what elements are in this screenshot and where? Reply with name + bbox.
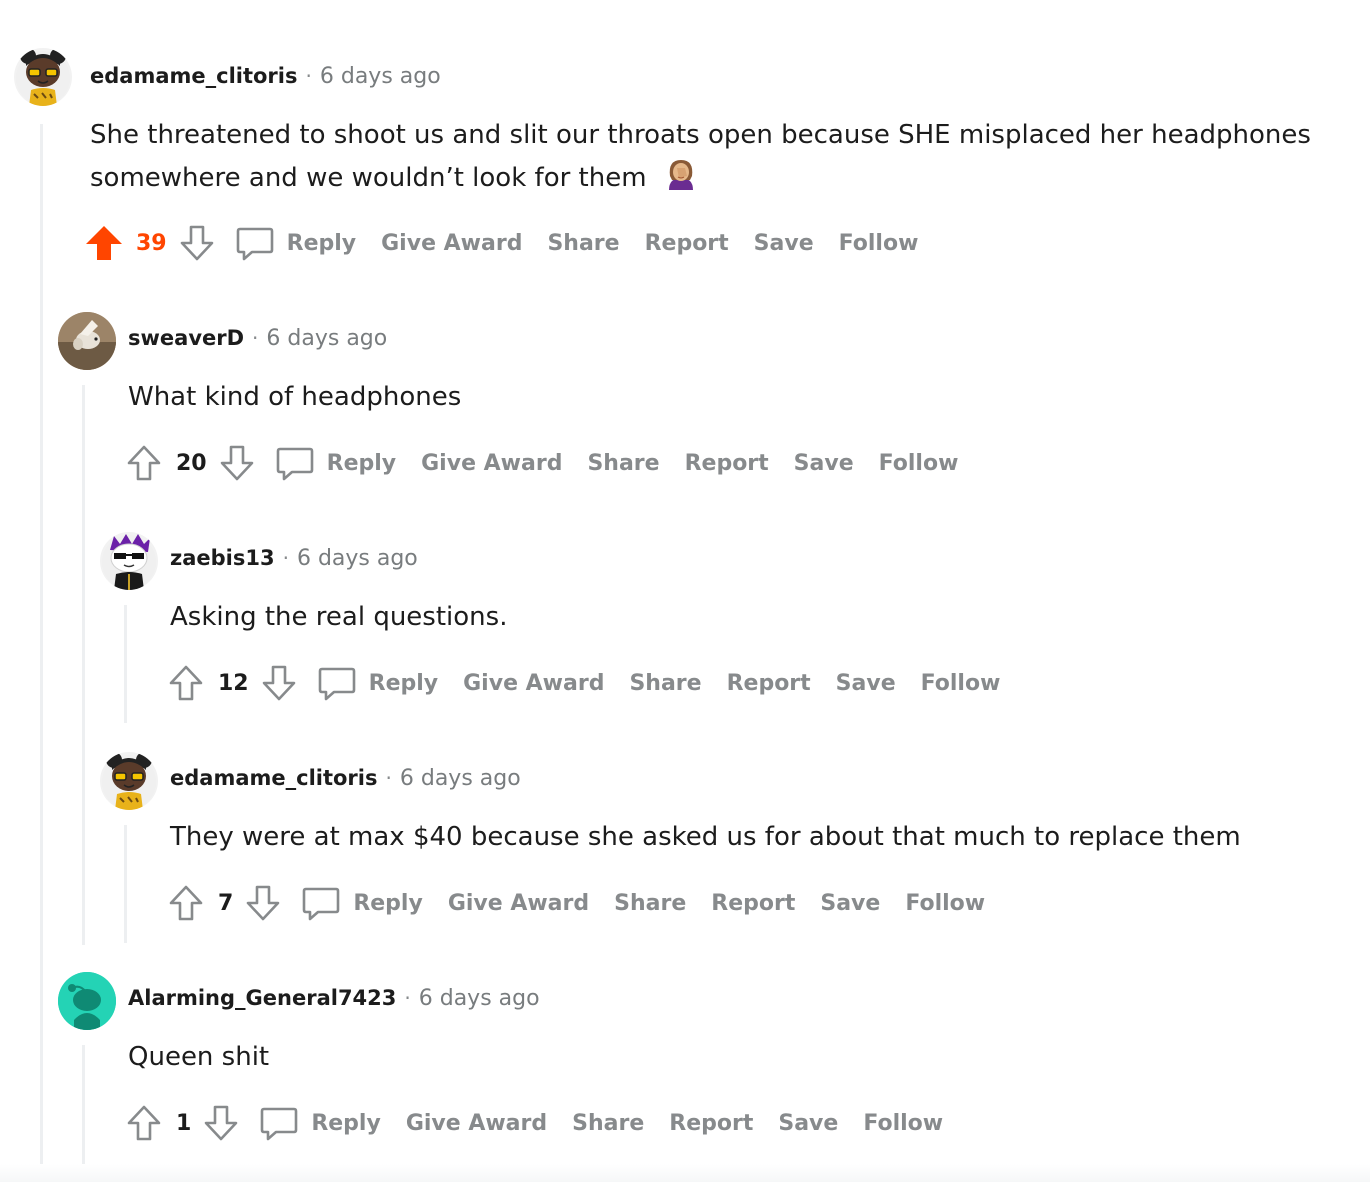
comment-actions: 39 Reply Give Award Share Report Save Fo… — [84, 221, 943, 265]
timestamp[interactable]: 6 days ago — [266, 326, 387, 351]
comment-actions: 12 Reply Give Award Share Report Save Fo… — [166, 661, 1025, 705]
avatar[interactable] — [58, 972, 116, 1030]
arrow-down-icon[interactable] — [217, 443, 257, 483]
page-bottom-fade — [0, 1164, 1370, 1182]
timestamp[interactable]: 6 days ago — [297, 546, 418, 571]
username[interactable]: sweaverD — [128, 326, 244, 350]
reply-button[interactable]: Reply — [287, 231, 357, 256]
avatar[interactable] — [100, 532, 158, 590]
save-button[interactable]: Save — [820, 891, 880, 916]
speech-bubble-icon[interactable] — [301, 883, 341, 923]
vote-score: 7 — [218, 890, 234, 916]
save-button[interactable]: Save — [794, 451, 854, 476]
comment-actions: 20 Reply Give Award Share Report Save Fo… — [124, 441, 983, 485]
comment-body: Queen shit — [128, 1042, 270, 1072]
speech-bubble-icon[interactable] — [235, 223, 275, 263]
follow-button[interactable]: Follow — [863, 1111, 943, 1136]
report-button[interactable]: Report — [669, 1111, 753, 1136]
reply-button[interactable]: Reply — [369, 671, 439, 696]
comment-body: Asking the real questions. — [170, 602, 508, 632]
share-button[interactable]: Share — [547, 231, 619, 256]
username[interactable]: zaebis13 — [170, 546, 275, 570]
report-button[interactable]: Report — [645, 231, 729, 256]
vote-score: 39 — [136, 230, 167, 256]
separator-dot: · — [305, 64, 312, 88]
arrow-down-icon[interactable] — [259, 663, 299, 703]
arrow-up-icon[interactable] — [84, 223, 124, 263]
vote-score: 20 — [176, 450, 207, 476]
share-button[interactable]: Share — [587, 451, 659, 476]
report-button[interactable]: Report — [685, 451, 769, 476]
comment-meta: edamame_clitoris · 6 days ago — [170, 766, 521, 791]
comment-actions: 7 Reply Give Award Share Report Save Fol… — [166, 881, 1010, 925]
separator-dot: · — [404, 986, 411, 1010]
reply-button[interactable]: Reply — [327, 451, 397, 476]
separator-dot: · — [252, 326, 259, 350]
comment-meta: edamame_clitoris · 6 days ago — [90, 64, 441, 89]
report-button[interactable]: Report — [711, 891, 795, 916]
save-button[interactable]: Save — [754, 231, 814, 256]
arrow-up-icon[interactable] — [124, 443, 164, 483]
save-button[interactable]: Save — [836, 671, 896, 696]
vote-score: 1 — [176, 1110, 192, 1136]
avatar[interactable] — [58, 312, 116, 370]
arrow-down-icon[interactable] — [243, 883, 283, 923]
speech-bubble-icon[interactable] — [317, 663, 357, 703]
comment: zaebis13 · 6 days ago Asking the real ques… — [0, 520, 1370, 720]
timestamp[interactable]: 6 days ago — [400, 766, 521, 791]
comment-text: She threatened to shoot us and slit our … — [90, 120, 1311, 193]
follow-button[interactable]: Follow — [905, 891, 985, 916]
arrow-up-icon[interactable] — [166, 663, 206, 703]
follow-button[interactable]: Follow — [921, 671, 1001, 696]
timestamp[interactable]: 6 days ago — [419, 986, 540, 1011]
follow-button[interactable]: Follow — [879, 451, 959, 476]
give-award-button[interactable]: Give Award — [448, 891, 589, 916]
give-award-button[interactable]: Give Award — [381, 231, 522, 256]
avatar[interactable] — [100, 752, 158, 810]
separator-dot: · — [385, 766, 392, 790]
arrow-down-icon[interactable] — [177, 223, 217, 263]
comment-meta: zaebis13 · 6 days ago — [170, 546, 418, 571]
comment-body: They were at max $40 because she asked u… — [170, 822, 1241, 852]
save-button[interactable]: Save — [778, 1111, 838, 1136]
share-button[interactable]: Share — [614, 891, 686, 916]
speech-bubble-icon[interactable] — [275, 443, 315, 483]
give-award-button[interactable]: Give Award — [463, 671, 604, 696]
comment-body: She threatened to shoot us and slit our … — [90, 114, 1340, 199]
comment: edamame_clitoris · 6 days ago They were at… — [0, 740, 1370, 940]
timestamp[interactable]: 6 days ago — [320, 64, 441, 89]
comment: edamame_clitoris · 6 days ago She threaten… — [0, 0, 1370, 280]
share-button[interactable]: Share — [572, 1111, 644, 1136]
speech-bubble-icon[interactable] — [259, 1103, 299, 1143]
comment-meta: Alarming_General7423 · 6 days ago — [128, 986, 540, 1011]
arrow-down-icon[interactable] — [201, 1103, 241, 1143]
avatar[interactable] — [14, 48, 72, 106]
arrow-up-icon[interactable] — [166, 883, 206, 923]
follow-button[interactable]: Follow — [839, 231, 919, 256]
arrow-up-icon[interactable] — [124, 1103, 164, 1143]
username[interactable]: Alarming_General7423 — [128, 986, 396, 1010]
comment-body: What kind of headphones — [128, 382, 462, 412]
facepalm-woman-emoji-icon — [663, 156, 699, 192]
give-award-button[interactable]: Give Award — [406, 1111, 547, 1136]
share-button[interactable]: Share — [629, 671, 701, 696]
comment: Alarming_General7423 · 6 days ago Queen sh… — [0, 960, 1370, 1170]
reply-button[interactable]: Reply — [311, 1111, 381, 1136]
comment: sweaverD · 6 days ago What kind of headpho… — [0, 300, 1370, 500]
comment-meta: sweaverD · 6 days ago — [128, 326, 387, 351]
vote-score: 12 — [218, 670, 249, 696]
username[interactable]: edamame_clitoris — [90, 64, 298, 88]
comment-actions: 1 Reply Give Award Share Report Save Fol… — [124, 1101, 968, 1145]
give-award-button[interactable]: Give Award — [421, 451, 562, 476]
report-button[interactable]: Report — [727, 671, 811, 696]
username[interactable]: edamame_clitoris — [170, 766, 378, 790]
reply-button[interactable]: Reply — [353, 891, 423, 916]
separator-dot: · — [282, 546, 289, 570]
